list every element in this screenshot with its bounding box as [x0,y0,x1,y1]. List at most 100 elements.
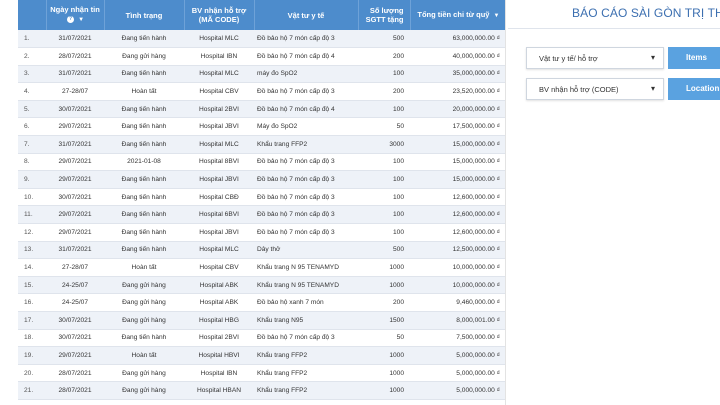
row-date: 28/07/2021 [46,364,104,383]
row-item: Khẩu trang FFP2 [254,135,358,154]
row-index: 14. [18,258,46,277]
row-quantity: 200 [358,293,410,312]
row-status: Đang tiến hành [104,223,184,242]
row-item: Khẩu trang FFP2 [254,364,358,383]
row-index: 6. [18,117,46,137]
row-quantity: 100 [358,188,410,207]
row-item: máy đo SpO2 [254,65,358,84]
row-quantity: 1000 [358,381,410,400]
header-item[interactable]: Vật tư y tế [254,0,359,30]
row-index: 15. [18,276,46,295]
filter-row-items: Vật tư y tế/ hỗ trợ ▾ Items [526,47,720,69]
row-hospital: Hospital HBAN [184,381,254,400]
row-status: Đang tiến hành [104,188,184,207]
row-status: Đang gửi hàng [104,47,184,66]
table-row[interactable]: 2. 28/07/2021 Đang gửi hàng Hospital IBN Đồ … [18,47,505,66]
row-total: 17,500,000.00 ₫ [410,117,505,137]
table-row[interactable]: 14. 27-28/07 Hoàn tất Hospital CBV Khẩu tran… [18,258,505,277]
row-item: Khẩu trang FFP2 [254,381,358,400]
table-row[interactable]: 15. 24-25/07 Đang gửi hàng Hospital ABK Khẩu… [18,276,505,295]
table-row[interactable]: 8. 29/07/2021 2021-01-08 Hospital 8BVI Đồ bả… [18,153,505,172]
location-filter-button[interactable]: Location [668,78,720,100]
row-quantity: 50 [358,117,410,137]
row-status: Hoàn tất [104,346,184,365]
table-row[interactable]: 7. 31/07/2021 Đang tiến hành Hospital MLC Kh… [18,135,505,154]
row-quantity: 200 [358,82,410,101]
row-status: Đang tiến hành [104,117,184,137]
items-filter-button[interactable]: Items [668,47,720,69]
row-status: Hoàn tất [104,82,184,101]
row-date: 30/07/2021 [46,188,104,207]
row-date: 31/07/2021 [46,135,104,154]
row-index: 13. [18,241,46,260]
table-row[interactable]: 1. 31/07/2021 Đang tiến hành Hospital MLC Đồ… [18,30,505,49]
row-item: Khẩu trang FFP2 [254,346,358,365]
table-row[interactable]: 11. 29/07/2021 Đang tiến hành Hospital 6BVI… [18,205,505,225]
row-total: 5,000,000.00 ₫ [410,346,505,365]
row-index: 12. [18,223,46,242]
location-filter-select[interactable]: BV nhận hỗ trợ (CODE) ▾ [526,78,664,100]
row-quantity: 1000 [358,364,410,383]
table-row[interactable]: 4. 27-28/07 Hoàn tất Hospital CBV Đồ bảo hộ … [18,82,505,101]
row-quantity: 500 [358,241,410,260]
header-total[interactable]: Tổng tiền chi từ quỹ ▼ [410,0,505,30]
table-row[interactable]: 5. 30/07/2021 Đang tiến hành Hospital 2BVI Đ… [18,100,505,119]
sort-icon[interactable]: ▼ [78,16,84,25]
row-date: 24-25/07 [46,293,104,312]
row-hospital: Hospital MLC [184,30,254,49]
table-row[interactable]: 10. 30/07/2021 Đang tiến hành Hospital CBĐ Đ… [18,188,505,207]
items-filter-select[interactable]: Vật tư y tế/ hỗ trợ ▾ [526,47,664,69]
row-item: Đồ bảo hộ 7 món cấp độ 3 [254,82,358,101]
row-status: Đang gửi hàng [104,276,184,295]
table-row[interactable]: 20. 28/07/2021 Đang gửi hàng Hospital IBN Kh… [18,364,505,383]
row-total: 12,600,000.00 ₫ [410,188,505,207]
row-index: 9. [18,170,46,189]
table-row[interactable]: 13. 31/07/2021 Đang tiến hành Hospital MLC D… [18,241,505,260]
row-status: Đang tiến hành [104,205,184,225]
table-row[interactable]: 12. 29/07/2021 Đang tiến hành Hospital JBVI… [18,223,505,242]
row-item: Khẩu trang N95 [254,311,358,330]
row-item: Khẩu trang N 95 TENAMYD [254,276,358,295]
row-quantity: 3000 [358,135,410,154]
row-status: Đang tiến hành [104,30,184,49]
row-total: 12,600,000.00 ₫ [410,205,505,225]
header-status[interactable]: Tình trạng [104,0,185,30]
row-quantity: 100 [358,100,410,119]
row-status: Hoàn tất [104,258,184,277]
row-hospital: Hospital CBĐ [184,188,254,207]
row-date: 27-28/07 [46,82,104,101]
header-date[interactable]: Ngày nhận tin ? ▼ [46,0,105,30]
row-date: 29/07/2021 [46,346,104,365]
side-header-cut [548,0,720,3]
row-total: 15,000,000.00 ₫ [410,153,505,172]
row-index: 21. [18,381,46,400]
header-quantity[interactable]: Số lượng SGTT tặng [358,0,411,30]
row-total: 5,000,000.00 ₫ [410,364,505,383]
row-total: 9,460,000.00 ₫ [410,293,505,312]
row-quantity: 1000 [358,276,410,295]
row-hospital: Hospital JBVI [184,170,254,189]
table-row[interactable]: 17. 30/07/2021 Đang gửi hàng Hospital HBG Kh… [18,311,505,330]
info-icon[interactable]: ? [66,15,74,23]
row-item: Đồ bảo hộ 7 món cấp độ 3 [254,223,358,242]
table-row[interactable]: 16. 24-25/07 Đang gửi hàng Hospital ABK Đồ b… [18,293,505,312]
row-index: 7. [18,135,46,154]
table-row[interactable]: 18. 30/07/2021 Đang tiến hành Hospital 2BVI… [18,329,505,348]
table-row[interactable]: 6. 29/07/2021 Đang tiến hành Hospital JBVI M… [18,117,505,137]
row-date: 29/07/2021 [46,223,104,242]
header-hospital[interactable]: BV nhận hỗ trợ (MÃ CODE) [184,0,255,30]
row-hospital: Hospital ABK [184,276,254,295]
table-row[interactable]: 9. 29/07/2021 Đang tiến hành Hospital JBVI Đ… [18,170,505,189]
row-status: Đang gửi hàng [104,311,184,330]
table-row[interactable]: 19. 29/07/2021 Hoàn tất Hospital HBVI Khẩu t… [18,346,505,365]
row-item: Đồ bảo hộ 7 món cấp độ 3 [254,30,358,49]
sort-desc-icon[interactable]: ▼ [494,12,500,21]
row-status: Đang tiến hành [104,135,184,154]
row-item: Đồ bảo hộ 7 món cấp độ 3 [254,153,358,172]
row-index: 16. [18,293,46,312]
row-status: Đang tiến hành [104,100,184,119]
row-date: 31/07/2021 [46,30,104,49]
table-row[interactable]: 21. 28/07/2021 Đang gửi hàng Hospital HBAN K… [18,381,505,400]
row-hospital: Hospital 2BVI [184,329,254,348]
table-row[interactable]: 3. 31/07/2021 Đang tiến hành Hospital MLC má… [18,65,505,84]
